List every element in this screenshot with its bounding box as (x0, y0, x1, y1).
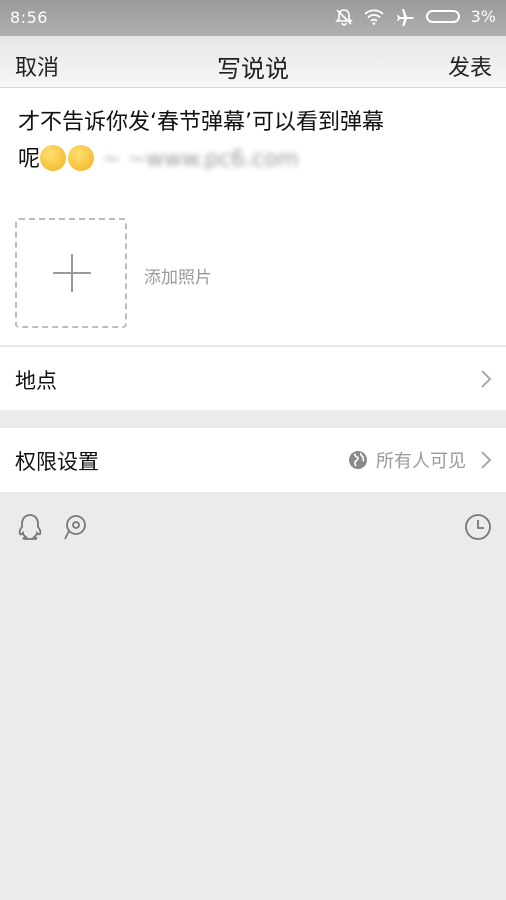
nav-bar: 写说说 取消 发表 (0, 36, 506, 88)
status-time: 8:56 (10, 8, 48, 27)
emoji-icon (40, 145, 67, 171)
clock-icon[interactable] (463, 512, 493, 542)
post-text-line2: 呢 (18, 147, 41, 172)
status-bar: 8:56 3% (0, 0, 506, 36)
wifi-icon (363, 9, 384, 25)
cancel-button[interactable]: 取消 (15, 50, 59, 82)
location-row[interactable]: 地点 (0, 346, 506, 410)
add-photo-button[interactable] (15, 218, 127, 328)
post-text-input[interactable]: 才不告诉你发‘春节弹幕’可以看到弹幕 呢 ~ ~www.pc6.com (18, 104, 488, 178)
page-title: 写说说 (217, 55, 289, 83)
compose-area[interactable]: 才不告诉你发‘春节弹幕’可以看到弹幕 呢 ~ ~www.pc6.com 添加照片 (0, 88, 506, 345)
location-label: 地点 (15, 369, 57, 393)
blurred-text: ~ ~www.pc6.com (102, 147, 299, 172)
airplane-icon (395, 8, 415, 26)
add-photo-label: 添加照片 (144, 268, 212, 288)
chevron-right-icon (481, 451, 492, 469)
permission-value-text: 所有人可见 (376, 451, 466, 472)
emoji-icon (68, 145, 95, 171)
globe-icon (349, 451, 367, 469)
post-text-line1: 才不告诉你发‘春节弹幕’可以看到弹幕 (18, 110, 384, 135)
mention-icon[interactable] (60, 512, 90, 542)
battery-percent: 3% (470, 7, 496, 26)
chevron-right-icon (481, 370, 492, 388)
permission-row[interactable]: 权限设置 所有人可见 (0, 428, 506, 492)
notification-muted-icon (334, 8, 353, 26)
plus-icon (71, 254, 73, 292)
status-icons: 3% (334, 7, 496, 26)
battery-icon (425, 10, 460, 23)
qq-icon[interactable] (15, 512, 45, 542)
publish-button[interactable]: 发表 (448, 50, 492, 82)
permission-value: 所有人可见 (348, 447, 466, 473)
permission-label: 权限设置 (15, 450, 99, 474)
